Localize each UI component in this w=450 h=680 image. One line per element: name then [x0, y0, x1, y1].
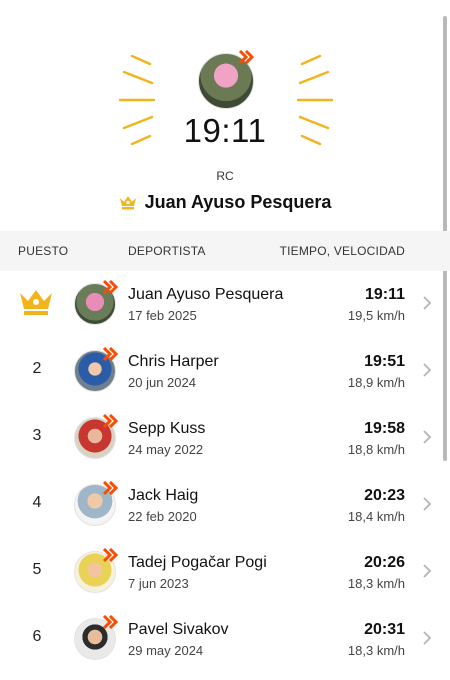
leader-name[interactable]: Juan Ayuso Pesquera: [145, 192, 332, 212]
leaderboard-row[interactable]: 4 Jack Haig 22 feb 2020 20:23 18,4 km/h: [0, 472, 450, 539]
effort-date: 20 jun 2024: [128, 375, 196, 390]
effort-time: 19:58: [364, 420, 405, 437]
strava-badge-icon: [102, 481, 118, 495]
strava-badge-icon: [102, 548, 118, 562]
effort-speed: 19,5 km/h: [347, 308, 405, 323]
leaderboard-row[interactable]: 3 Sepp Kuss 24 may 2022 19:58 18,8 km/h: [0, 405, 450, 472]
leaderboard-row[interactable]: Juan Ayuso Pesquera 17 feb 2025 19:11 19…: [0, 271, 450, 338]
rank-number: 3: [32, 427, 42, 444]
strava-badge-icon: [102, 347, 118, 361]
leaderboard-header: PUESTO DEPORTISTA TIEMPO, VELOCIDAD: [0, 231, 450, 271]
chevron-right-icon: [423, 430, 432, 444]
effort-speed: 18,9 km/h: [347, 375, 405, 390]
strava-badge-icon: [102, 615, 118, 629]
effort-date: 7 jun 2023: [128, 576, 189, 591]
athlete-name: Juan Ayuso Pesquera: [128, 286, 284, 303]
athlete-name: Jack Haig: [128, 487, 199, 504]
effort-time: 19:11: [364, 286, 405, 303]
effort-speed: 18,3 km/h: [347, 643, 405, 658]
strava-badge-icon: [238, 50, 254, 64]
effort-speed: 18,4 km/h: [347, 509, 405, 524]
rank-number: 5: [32, 561, 42, 578]
athlete-name: Pavel Sivakov: [128, 621, 229, 638]
chevron-right-icon: [423, 497, 432, 511]
effort-date: 24 may 2022: [128, 442, 204, 457]
effort-time: 20:23: [364, 487, 405, 504]
athlete-name: Chris Harper: [128, 353, 219, 370]
leader-hero: 19:11 RC Juan Ayuso Pesquera: [0, 0, 450, 230]
chevron-right-icon: [423, 363, 432, 377]
leaderboard-row[interactable]: 6 Pavel Sivakov 29 may 2024 20:31 18,3 k…: [0, 606, 450, 673]
chevron-right-icon: [423, 564, 432, 578]
leader-name-line: Juan Ayuso Pesquera: [0, 192, 450, 213]
rank-number: 6: [32, 628, 42, 645]
leaderboard-row[interactable]: 2 Chris Harper 20 jun 2024 19:51 18,9 km…: [0, 338, 450, 405]
rank-number: 2: [32, 360, 42, 377]
segment-label: RC: [216, 169, 234, 183]
leader-time: 19:11: [183, 112, 267, 149]
rank-number: 4: [32, 494, 42, 511]
header-athlete: DEPORTISTA: [128, 244, 206, 258]
effort-date: 17 feb 2025: [128, 308, 197, 323]
athlete-name: Sepp Kuss: [128, 420, 206, 437]
header-time-speed: TIEMPO, VELOCIDAD: [279, 244, 405, 258]
effort-speed: 18,8 km/h: [347, 442, 405, 457]
header-rank: PUESTO: [18, 244, 69, 258]
effort-time: 20:31: [364, 621, 405, 638]
chevron-right-icon: [423, 631, 432, 645]
strava-badge-icon: [102, 414, 118, 428]
effort-date: 29 may 2024: [128, 643, 204, 658]
strava-badge-icon: [102, 280, 118, 294]
athlete-name: Tadej Pogačar Pogi: [128, 554, 267, 571]
crown-icon: [119, 196, 136, 210]
effort-speed: 18,3 km/h: [347, 576, 405, 591]
effort-time: 19:51: [364, 353, 405, 370]
effort-time: 20:26: [364, 554, 405, 571]
chevron-right-icon: [423, 296, 432, 310]
leaderboard-row[interactable]: 5 Tadej Pogačar Pogi 7 jun 2023 20:26 18…: [0, 539, 450, 606]
effort-date: 22 feb 2020: [128, 509, 197, 524]
crown-icon: [20, 290, 52, 315]
